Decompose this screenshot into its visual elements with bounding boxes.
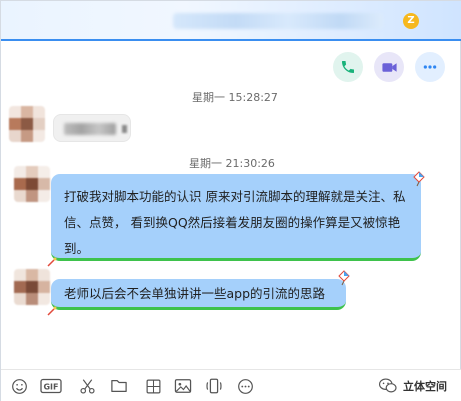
more-options-button[interactable] xyxy=(415,52,445,82)
kite-string-decoration-icon xyxy=(47,257,57,267)
title-bar: Z xyxy=(1,1,461,39)
video-camera-icon xyxy=(381,62,397,72)
wechat-official-account-icon xyxy=(378,378,397,393)
message-bubble[interactable]: 老师以后会不会单独讲讲一些app的引流的思路 xyxy=(51,279,346,310)
shake-button[interactable] xyxy=(204,376,224,396)
screenshot-button[interactable] xyxy=(77,376,97,396)
image-icon xyxy=(174,379,192,393)
kite-string-decoration-icon xyxy=(47,306,57,316)
screen-capture-button[interactable] xyxy=(143,376,163,396)
gif-icon: GIF xyxy=(40,378,62,394)
phone-icon xyxy=(342,61,354,73)
svg-text:GIF: GIF xyxy=(43,383,58,392)
scissors-icon xyxy=(79,378,95,394)
title-badge: Z xyxy=(403,13,419,29)
watermark-text: 立体空间 xyxy=(403,380,447,393)
image-grid-icon xyxy=(146,379,160,393)
redacted-message-bubble xyxy=(53,114,131,142)
image-button[interactable] xyxy=(173,376,193,396)
watermark: 立体空间 xyxy=(378,377,447,395)
kite-decoration-icon xyxy=(413,171,425,187)
folder-icon xyxy=(111,380,127,392)
file-button[interactable] xyxy=(109,376,129,396)
contact-name-redacted xyxy=(173,13,383,29)
avatar[interactable] xyxy=(14,166,50,202)
kite-decoration-icon xyxy=(338,270,350,286)
video-call-button[interactable] xyxy=(374,52,404,82)
redacted-text xyxy=(64,123,116,135)
gif-button[interactable]: GIF xyxy=(39,376,63,396)
message-text: 打破我对脚本功能的认识 原来对引流脚本的理解就是关注、私信、点赞， 看到换QQ然… xyxy=(64,189,406,256)
avatar[interactable] xyxy=(14,269,50,305)
phone-shake-icon xyxy=(206,378,222,394)
emoji-icon xyxy=(11,378,27,394)
message-bubble[interactable]: 打破我对脚本功能的认识 原来对引流脚本的理解就是关注、私信、点赞， 看到换QQ然… xyxy=(51,174,421,261)
message-text: 老师以后会不会单独讲讲一些app的引流的思路 xyxy=(64,286,326,301)
chat-window: Z 星期一 15:28:27 星期一 21:30:26 打破我对脚本功能的认识 … xyxy=(0,0,461,401)
title-divider xyxy=(1,39,461,41)
more-tools-button[interactable] xyxy=(235,376,255,396)
message-timestamp: 星期一 21:30:26 xyxy=(189,157,275,170)
emoji-button[interactable] xyxy=(9,376,29,396)
voice-call-button[interactable] xyxy=(333,52,363,82)
more-icon xyxy=(237,378,253,394)
avatar[interactable] xyxy=(9,106,45,142)
more-dots-icon xyxy=(423,65,437,69)
message-timestamp: 星期一 15:28:27 xyxy=(192,91,278,104)
